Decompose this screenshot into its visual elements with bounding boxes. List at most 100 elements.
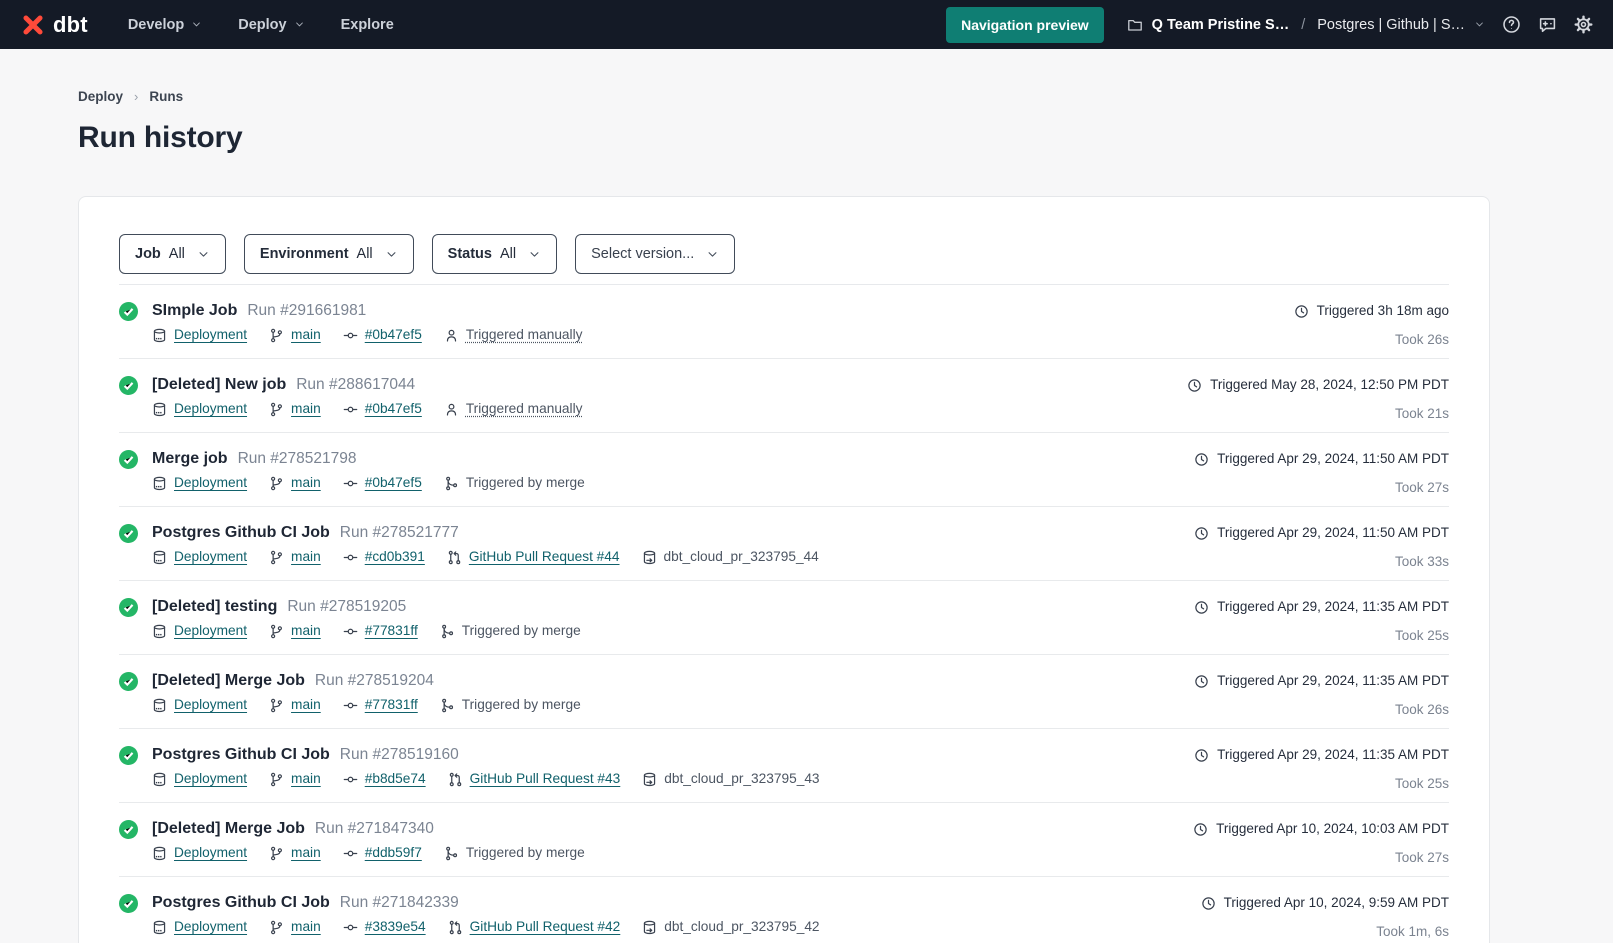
chevron-down-icon	[385, 248, 398, 261]
run-duration: Took 21s	[1159, 406, 1449, 421]
git-merge-icon	[444, 476, 459, 491]
run-job-name[interactable]: [Deleted] New job	[152, 374, 286, 396]
run-triggered-time: Triggered Apr 29, 2024, 11:35 AM PDT	[1217, 597, 1449, 617]
database-icon	[152, 698, 167, 713]
run-job-name[interactable]: [Deleted] testing	[152, 596, 277, 618]
run-duration: Took 1m, 6s	[1159, 924, 1449, 939]
commit-link[interactable]: #cd0b391	[365, 547, 425, 567]
commit-link[interactable]: #0b47ef5	[365, 473, 422, 493]
environment-link[interactable]: Deployment	[174, 917, 247, 937]
branch-link[interactable]: main	[291, 547, 321, 567]
run-triggered-time: Triggered Apr 29, 2024, 11:35 AM PDT	[1217, 671, 1449, 691]
run-main: Postgres Github CI Job Run #278521777 De…	[152, 522, 1159, 567]
nav-menu-explore[interactable]: Explore	[341, 17, 394, 33]
account-project-switcher[interactable]: Q Team Pristine S… / Postgres | Github |…	[1127, 17, 1485, 33]
git-branch-icon	[269, 550, 284, 565]
triggered-manually-link[interactable]: Triggered manually	[466, 325, 583, 345]
branch-link[interactable]: main	[291, 695, 321, 715]
branch-link[interactable]: main	[291, 473, 321, 493]
branch-link[interactable]: main	[291, 325, 321, 345]
branch-link[interactable]: main	[291, 843, 321, 863]
triggered-by-merge-label: Triggered by merge	[462, 695, 581, 715]
run-job-name[interactable]: Postgres Github CI Job	[152, 522, 330, 544]
run-commit: #77831ff	[343, 621, 418, 641]
clock-icon	[1193, 822, 1208, 837]
page-title: Run history	[78, 121, 1613, 155]
filter-value: All	[500, 246, 516, 262]
settings-button[interactable]	[1574, 15, 1593, 34]
run-job-name[interactable]: SImple Job	[152, 300, 237, 322]
branch-link[interactable]: main	[291, 917, 321, 937]
database-arrow-icon	[642, 550, 657, 565]
navigation-preview-button[interactable]: Navigation preview	[946, 7, 1104, 43]
run-schema: dbt_cloud_pr_323795_42	[642, 917, 819, 937]
run-number: Run #278519204	[315, 670, 434, 692]
commit-link[interactable]: #b8d5e74	[365, 769, 426, 789]
folder-icon	[1127, 17, 1143, 33]
run-branch: main	[269, 621, 321, 641]
run-environment: Deployment	[152, 325, 247, 345]
nav-menu-develop[interactable]: Develop	[128, 17, 202, 33]
dbt-logo-icon	[20, 12, 46, 38]
run-environment: Deployment	[152, 695, 247, 715]
triggered-manually-link[interactable]: Triggered manually	[466, 399, 583, 419]
run-main: Merge job Run #278521798 Deployment main…	[152, 448, 1159, 493]
run-number: Run #278519205	[287, 596, 406, 618]
run-number: Run #278521777	[340, 522, 459, 544]
run-job-name[interactable]: Merge job	[152, 448, 228, 470]
run-row: Postgres Github CI Job Run #271842339 De…	[119, 877, 1449, 943]
run-job-name[interactable]: Postgres Github CI Job	[152, 892, 330, 914]
branch-link[interactable]: main	[291, 769, 321, 789]
run-branch: main	[269, 399, 321, 419]
feedback-button[interactable]	[1538, 15, 1557, 34]
dbt-logo[interactable]: dbt	[20, 12, 88, 38]
help-button[interactable]	[1502, 15, 1521, 34]
environment-link[interactable]: Deployment	[174, 473, 247, 493]
environment-link[interactable]: Deployment	[174, 769, 247, 789]
commit-link[interactable]: #77831ff	[365, 695, 418, 715]
filter-select-version[interactable]: Select version...	[575, 234, 735, 274]
commit-link[interactable]: #0b47ef5	[365, 325, 422, 345]
database-icon	[152, 772, 167, 787]
filter-status[interactable]: Status All	[432, 234, 557, 274]
commit-link[interactable]: #0b47ef5	[365, 399, 422, 419]
person-icon	[444, 328, 459, 343]
pull-request-link[interactable]: GitHub Pull Request #43	[470, 769, 621, 789]
git-commit-icon	[343, 772, 358, 787]
branch-link[interactable]: main	[291, 399, 321, 419]
commit-link[interactable]: #ddb59f7	[365, 843, 422, 863]
breadcrumb-runs[interactable]: Runs	[149, 89, 183, 104]
environment-link[interactable]: Deployment	[174, 325, 247, 345]
run-main: [Deleted] New job Run #288617044 Deploym…	[152, 374, 1159, 419]
clock-icon	[1194, 748, 1209, 763]
git-commit-icon	[343, 476, 358, 491]
branch-link[interactable]: main	[291, 621, 321, 641]
breadcrumb-deploy[interactable]: Deploy	[78, 89, 123, 104]
commit-link[interactable]: #77831ff	[365, 621, 418, 641]
pull-request-link[interactable]: GitHub Pull Request #42	[470, 917, 621, 937]
clock-icon	[1187, 378, 1202, 393]
run-job-name[interactable]: [Deleted] Merge Job	[152, 670, 305, 692]
filter-environment[interactable]: Environment All	[244, 234, 414, 274]
run-success-icon	[119, 524, 138, 548]
environment-link[interactable]: Deployment	[174, 399, 247, 419]
run-main: [Deleted] Merge Job Run #278519204 Deplo…	[152, 670, 1159, 715]
main-nav-menus: Develop Deploy Explore	[128, 17, 394, 33]
environment-link[interactable]: Deployment	[174, 621, 247, 641]
commit-link[interactable]: #3839e54	[365, 917, 426, 937]
pull-request-link[interactable]: GitHub Pull Request #44	[469, 547, 620, 567]
environment-link[interactable]: Deployment	[174, 695, 247, 715]
git-branch-icon	[269, 624, 284, 639]
run-duration: Took 25s	[1159, 628, 1449, 643]
environment-link[interactable]: Deployment	[174, 843, 247, 863]
nav-menu-deploy[interactable]: Deploy	[238, 17, 304, 33]
run-row: [Deleted] Merge Job Run #271847340 Deplo…	[119, 803, 1449, 877]
chevron-down-icon	[197, 248, 210, 261]
filter-job[interactable]: Job All	[119, 234, 226, 274]
run-job-name[interactable]: [Deleted] Merge Job	[152, 818, 305, 840]
environment-link[interactable]: Deployment	[174, 547, 247, 567]
run-trigger-manual: Triggered manually	[444, 399, 583, 419]
run-job-name[interactable]: Postgres Github CI Job	[152, 744, 330, 766]
run-branch: main	[269, 325, 321, 345]
run-number: Run #278521798	[238, 448, 357, 470]
